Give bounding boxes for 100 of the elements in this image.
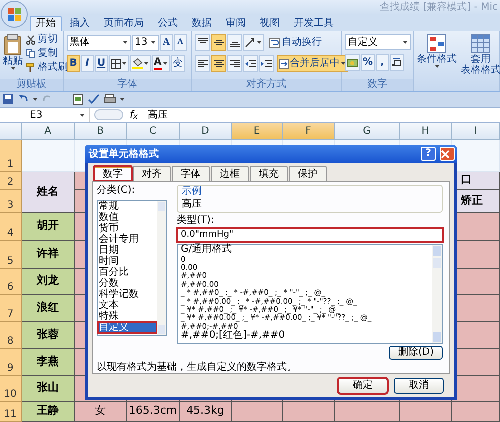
paste-button[interactable]: 粘贴 [3,34,23,79]
dialog-tab[interactable]: 边框 [211,166,249,181]
category-item[interactable]: 常规 [98,201,157,212]
row-header[interactable]: 7 [0,295,22,322]
ok-button[interactable]: 确定 [338,378,388,394]
font-name-combo[interactable]: 黑体 [67,34,131,50]
increase-indent-button[interactable] [259,55,274,72]
category-item[interactable]: 特殊 [98,311,157,322]
save-icon[interactable] [3,94,14,105]
category-item[interactable]: 会计专用 [98,234,157,245]
row-header[interactable]: 9 [0,349,22,376]
row-header[interactable]: 5 [0,241,22,269]
row-header[interactable]: 1 [0,140,22,172]
cut-button[interactable]: 剪切 [26,34,68,46]
column-header[interactable]: H [400,123,452,140]
colored-grid-icon [427,34,447,54]
percent-button[interactable]: % [361,54,376,71]
type-field[interactable]: 0.0"mmHg" [177,228,443,242]
dialog-tab[interactable]: 字体 [172,166,210,181]
font-color-button[interactable]: A [152,55,170,72]
align-bottom-button[interactable] [227,34,242,51]
column-header[interactable]: F [283,123,335,140]
row-header[interactable]: 6 [0,269,22,295]
column-header[interactable]: I [452,123,500,140]
ribbon-tab[interactable]: 开始 [30,16,62,31]
row-header[interactable]: 11 [0,402,22,422]
ribbon-tab[interactable]: 公式 [152,16,184,31]
delete-button[interactable]: 删除(D) [389,346,443,360]
category-item[interactable]: 时间 [98,256,157,267]
underline-button[interactable]: U [95,55,108,72]
print-icon[interactable] [104,94,116,105]
conditional-format-button[interactable]: 条件格式 [417,34,457,91]
copy-icon [26,49,36,59]
column-header[interactable]: A [22,123,75,140]
spell-check-icon[interactable] [88,94,100,105]
formula-value: 高压 [148,110,168,120]
category-item[interactable]: 科学记数 [98,289,157,300]
ribbon-tab[interactable]: 数据 [186,16,218,31]
name-box[interactable]: E3 [0,108,90,122]
align-right-button[interactable] [227,55,242,72]
row-header[interactable]: 2 [0,172,22,190]
grow-font-button[interactable]: A [160,34,173,51]
increase-decimal-button[interactable] [390,54,404,71]
function-button[interactable]: f$_{x}$ [130,110,138,120]
align-left-button[interactable] [195,55,210,72]
column-header[interactable]: B [75,123,127,140]
caret-icon [434,65,440,68]
align-middle-button[interactable] [211,34,226,51]
fill-color-button[interactable] [130,55,151,72]
wrap-text-button[interactable]: 自动换行 [269,36,322,48]
comma-button[interactable]: , [376,54,390,71]
phonetic-button[interactable]: 变 [170,55,185,72]
category-item[interactable]: 百分比 [98,267,157,278]
indent-icon [261,58,272,68]
column-header[interactable]: E [232,123,283,140]
borders-button[interactable] [109,55,129,72]
category-item[interactable]: 数值 [98,212,157,223]
italic-button[interactable]: I [81,55,94,72]
align-top-button[interactable] [195,34,210,51]
preview-icon[interactable] [73,94,84,105]
dialog-tab[interactable]: 保护 [289,166,327,181]
category-item[interactable]: 文本 [98,300,157,311]
ribbon-tab[interactable]: 页面布局 [98,16,150,31]
category-item[interactable]: 分数 [98,278,157,289]
column-header[interactable]: G [335,123,400,140]
ribbon-tab[interactable]: 视图 [254,16,286,31]
ribbon-tab[interactable]: 开发工具 [288,16,340,31]
row-header[interactable]: 4 [0,213,22,241]
orientation-button[interactable] [243,34,264,51]
row-header[interactable]: 10 [0,376,22,402]
column-header[interactable]: D [180,123,232,140]
bold-button[interactable]: B [67,55,80,72]
number-format-combo[interactable]: 自定义 [345,34,411,50]
dialog-tab[interactable]: 填充 [250,166,288,181]
font-size-combo[interactable]: 13 [132,34,159,50]
format-list[interactable] [177,244,443,344]
dialog-tab[interactable]: 对齐 [133,166,171,181]
format-item[interactable]: G/通用格式 [178,245,432,256]
cancel-button[interactable]: 取消 [394,378,444,394]
copy-button[interactable]: 复制 [26,48,68,60]
row-header[interactable]: 3 [0,190,22,213]
ribbon-tab[interactable]: 插入 [64,16,96,31]
column-header[interactable]: C [127,123,180,140]
category-item[interactable]: 货币 [98,223,157,234]
currency-button[interactable] [345,54,360,71]
group-label: 剪贴板 [0,79,63,91]
help-button[interactable]: ? [421,147,436,161]
row-header[interactable]: 8 [0,322,22,349]
dialog-tab[interactable]: 数字 [94,166,132,181]
ribbon-tab[interactable]: 审阅 [220,16,252,31]
category-item[interactable]: 日期 [98,245,157,256]
align-center-button[interactable] [211,55,226,72]
close-button[interactable] [440,147,455,161]
decrease-indent-button[interactable] [243,55,258,72]
format-item[interactable]: #,##0;[红色]-#,##0 [178,331,432,342]
merge-center-button[interactable]: 合并后居中 [277,55,348,72]
caret-icon [10,67,16,70]
align-right-icon [229,58,240,68]
dialog-title: 设置单元格格式 [89,148,159,160]
shrink-font-button[interactable]: A [174,34,187,51]
